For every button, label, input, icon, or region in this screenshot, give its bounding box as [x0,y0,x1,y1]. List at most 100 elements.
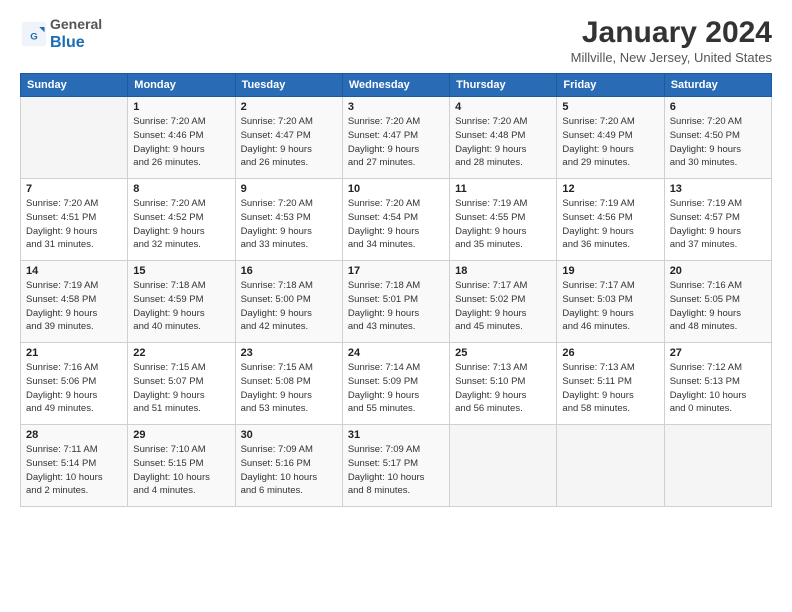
week-row-4: 21Sunrise: 7:16 AM Sunset: 5:06 PM Dayli… [21,343,772,425]
day-cell: 11 Sunrise: 7:19 AM Sunset: 4:55 PM Dayli… [450,179,557,261]
day-cell [664,425,771,507]
day-cell: 16 Sunrise: 7:18 AM Sunset: 5:00 PM Dayli… [235,261,342,343]
day-number: 4 [455,101,551,113]
day-info: Sunrise: 7:12 AM Sunset: 5:13 PM Dayligh… [670,361,766,416]
day-cell: 18 Sunrise: 7:17 AM Sunset: 5:02 PM Dayli… [450,261,557,343]
day-number: 24 [348,347,444,359]
day-cell: 5Sunrise: 7:20 AM Sunset: 4:49 PM Daylig… [557,97,664,179]
day-number: 1 [133,101,229,113]
day-info: Sunrise: 7:11 AM Sunset: 5:14 PM Dayligh… [26,443,122,498]
day-cell: 25 Sunrise: 7:13 AM Sunset: 5:10 PM Dayli… [450,343,557,425]
day-number: 7 [26,183,122,195]
day-cell: 7 Sunrise: 7:20 AM Sunset: 4:51 PM Daylig… [21,179,128,261]
day-number: 12 [562,183,658,195]
day-number: 17 [348,265,444,277]
day-number: 11 [455,183,551,195]
day-info: Sunrise: 7:20 AM Sunset: 4:54 PM Dayligh… [348,197,444,252]
day-number: 2 [241,101,337,113]
day-number: 22 [133,347,229,359]
day-number: 8 [133,183,229,195]
week-row-5: 28Sunrise: 7:11 AM Sunset: 5:14 PM Dayli… [21,425,772,507]
header-cell-thursday: Thursday [450,74,557,97]
day-cell: 29 Sunrise: 7:10 AM Sunset: 5:15 PM Dayli… [128,425,235,507]
logo-blue: Blue [50,34,85,51]
day-cell: 8 Sunrise: 7:20 AM Sunset: 4:52 PM Daylig… [128,179,235,261]
day-info: Sunrise: 7:15 AM Sunset: 5:08 PM Dayligh… [241,361,337,416]
day-number: 16 [241,265,337,277]
day-info: Sunrise: 7:09 AM Sunset: 5:17 PM Dayligh… [348,443,444,498]
day-cell: 15Sunrise: 7:18 AM Sunset: 4:59 PM Dayli… [128,261,235,343]
day-cell: 24 Sunrise: 7:14 AM Sunset: 5:09 PM Dayli… [342,343,449,425]
day-number: 25 [455,347,551,359]
header-row: SundayMondayTuesdayWednesdayThursdayFrid… [21,74,772,97]
day-cell: 22Sunrise: 7:15 AM Sunset: 5:07 PM Dayli… [128,343,235,425]
day-info: Sunrise: 7:14 AM Sunset: 5:09 PM Dayligh… [348,361,444,416]
day-cell: 1Sunrise: 7:20 AM Sunset: 4:46 PM Daylig… [128,97,235,179]
day-info: Sunrise: 7:20 AM Sunset: 4:50 PM Dayligh… [670,115,766,170]
header-cell-monday: Monday [128,74,235,97]
day-cell [557,425,664,507]
day-cell: 9Sunrise: 7:20 AM Sunset: 4:53 PM Daylig… [235,179,342,261]
day-number: 27 [670,347,766,359]
day-info: Sunrise: 7:16 AM Sunset: 5:05 PM Dayligh… [670,279,766,334]
day-info: Sunrise: 7:13 AM Sunset: 5:11 PM Dayligh… [562,361,658,416]
day-number: 19 [562,265,658,277]
day-info: Sunrise: 7:19 AM Sunset: 4:56 PM Dayligh… [562,197,658,252]
calendar-header: SundayMondayTuesdayWednesdayThursdayFrid… [21,74,772,97]
logo-text: General Blue [50,16,102,52]
day-cell: 2 Sunrise: 7:20 AM Sunset: 4:47 PM Daylig… [235,97,342,179]
day-info: Sunrise: 7:17 AM Sunset: 5:03 PM Dayligh… [562,279,658,334]
svg-text:G: G [30,31,37,42]
calendar-table: SundayMondayTuesdayWednesdayThursdayFrid… [20,73,772,507]
location: Millville, New Jersey, United States [571,50,772,65]
day-cell: 23Sunrise: 7:15 AM Sunset: 5:08 PM Dayli… [235,343,342,425]
day-info: Sunrise: 7:19 AM Sunset: 4:58 PM Dayligh… [26,279,122,334]
header-cell-friday: Friday [557,74,664,97]
day-number: 14 [26,265,122,277]
month-title: January 2024 [571,16,772,50]
day-info: Sunrise: 7:13 AM Sunset: 5:10 PM Dayligh… [455,361,551,416]
day-info: Sunrise: 7:17 AM Sunset: 5:02 PM Dayligh… [455,279,551,334]
week-row-1: 1Sunrise: 7:20 AM Sunset: 4:46 PM Daylig… [21,97,772,179]
day-info: Sunrise: 7:19 AM Sunset: 4:57 PM Dayligh… [670,197,766,252]
day-number: 18 [455,265,551,277]
day-number: 29 [133,429,229,441]
day-number: 20 [670,265,766,277]
header-cell-sunday: Sunday [21,74,128,97]
title-block: January 2024 Millville, New Jersey, Unit… [571,16,772,65]
day-number: 15 [133,265,229,277]
calendar-body: 1Sunrise: 7:20 AM Sunset: 4:46 PM Daylig… [21,97,772,507]
day-info: Sunrise: 7:18 AM Sunset: 5:00 PM Dayligh… [241,279,337,334]
day-info: Sunrise: 7:18 AM Sunset: 5:01 PM Dayligh… [348,279,444,334]
day-cell: 27 Sunrise: 7:12 AM Sunset: 5:13 PM Dayli… [664,343,771,425]
header: G General Blue January 2024 Millville, N… [20,16,772,65]
logo-icon: G [20,20,48,48]
day-info: Sunrise: 7:20 AM Sunset: 4:47 PM Dayligh… [241,115,337,170]
header-cell-saturday: Saturday [664,74,771,97]
day-number: 5 [562,101,658,113]
day-info: Sunrise: 7:20 AM Sunset: 4:48 PM Dayligh… [455,115,551,170]
day-cell: 14 Sunrise: 7:19 AM Sunset: 4:58 PM Dayli… [21,261,128,343]
day-cell: 17 Sunrise: 7:18 AM Sunset: 5:01 PM Dayli… [342,261,449,343]
day-cell: 21Sunrise: 7:16 AM Sunset: 5:06 PM Dayli… [21,343,128,425]
day-cell: 4 Sunrise: 7:20 AM Sunset: 4:48 PM Daylig… [450,97,557,179]
day-cell: 20 Sunrise: 7:16 AM Sunset: 5:05 PM Dayli… [664,261,771,343]
day-cell: 30Sunrise: 7:09 AM Sunset: 5:16 PM Dayli… [235,425,342,507]
day-info: Sunrise: 7:19 AM Sunset: 4:55 PM Dayligh… [455,197,551,252]
header-cell-tuesday: Tuesday [235,74,342,97]
week-row-3: 14 Sunrise: 7:19 AM Sunset: 4:58 PM Dayli… [21,261,772,343]
day-cell: 31Sunrise: 7:09 AM Sunset: 5:17 PM Dayli… [342,425,449,507]
day-number: 6 [670,101,766,113]
day-info: Sunrise: 7:20 AM Sunset: 4:47 PM Dayligh… [348,115,444,170]
day-info: Sunrise: 7:20 AM Sunset: 4:52 PM Dayligh… [133,197,229,252]
day-cell: 12 Sunrise: 7:19 AM Sunset: 4:56 PM Dayli… [557,179,664,261]
day-number: 10 [348,183,444,195]
day-cell: 28Sunrise: 7:11 AM Sunset: 5:14 PM Dayli… [21,425,128,507]
day-number: 26 [562,347,658,359]
day-cell: 10 Sunrise: 7:20 AM Sunset: 4:54 PM Dayli… [342,179,449,261]
day-cell [450,425,557,507]
day-number: 13 [670,183,766,195]
day-info: Sunrise: 7:20 AM Sunset: 4:51 PM Dayligh… [26,197,122,252]
day-info: Sunrise: 7:10 AM Sunset: 5:15 PM Dayligh… [133,443,229,498]
day-cell: 6 Sunrise: 7:20 AM Sunset: 4:50 PM Daylig… [664,97,771,179]
